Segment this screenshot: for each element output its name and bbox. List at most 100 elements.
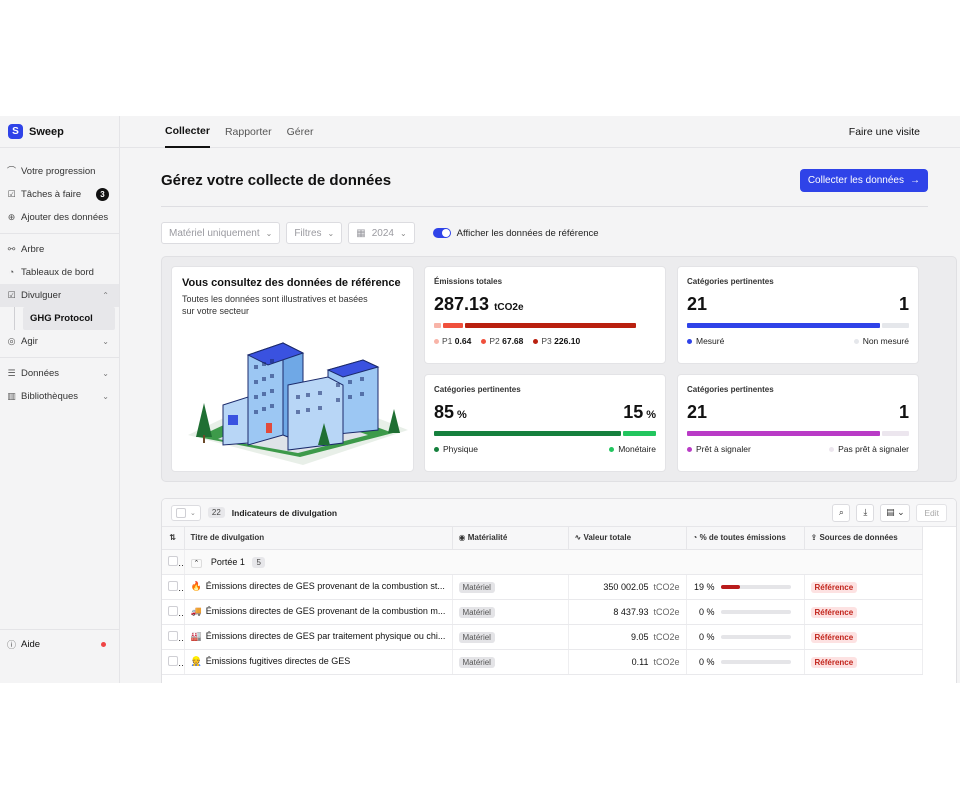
ready-legend-label: Prêt à signaler — [696, 444, 751, 454]
row-checkbox[interactable] — [168, 630, 178, 641]
row-title-cell[interactable]: 🏭 Émissions directes de GES par traitemen… — [184, 624, 453, 650]
table-actions: ⌕ ⤓ ▤ ⌄ Edit — [832, 503, 947, 522]
reference-data-toggle-wrap: Afficher les données de référence — [432, 228, 599, 239]
row-checkbox[interactable] — [168, 580, 178, 591]
sidebar-item-data[interactable]: ☰ Données ⌄ — [0, 362, 119, 385]
route-icon: ⌒ — [7, 166, 17, 176]
sidebar-item-label: Divulguer — [21, 290, 62, 301]
row-materiality-cell: Matériel — [452, 649, 569, 675]
row-checkbox[interactable] — [168, 655, 178, 666]
col-data-sources[interactable]: ⇪ Sources de données — [804, 527, 923, 550]
sidebar-item-libraries[interactable]: ▥ Bibliothèques ⌄ — [0, 385, 119, 408]
sidebar-item-tasks[interactable]: ☑ Tâches à faire 3 — [0, 183, 119, 206]
bulk-select[interactable]: ⌄ — [171, 504, 201, 521]
materiality-select[interactable]: Matériel uniquement ⌄ — [161, 222, 281, 244]
download-icon[interactable]: ⤓ — [856, 503, 875, 522]
physical-percent: 85 — [434, 402, 455, 422]
app-window: S Sweep ⌒ Votre progression ☑ Tâches à f… — [0, 116, 960, 683]
table-row[interactable]: 👷 Émissions fugitives directes de GES Maté… — [162, 649, 923, 675]
table-row[interactable]: 🔥 Émissions directes de GES provenant de … — [162, 574, 923, 600]
legend-p1: P1 0.64 — [434, 336, 471, 346]
row-pct-bar — [720, 585, 791, 590]
collect-data-button[interactable]: Collecter les données → — [799, 168, 928, 192]
chevron-up-icon[interactable]: ⌃ — [190, 558, 203, 568]
row-value: 0.11 — [631, 656, 649, 667]
reference-badge: Référence — [810, 631, 858, 643]
take-tour-link[interactable]: Faire une visite — [849, 126, 920, 138]
group-count: 5 — [252, 556, 265, 568]
physical-legend: Physique Monétaire — [434, 444, 656, 454]
category-icon: 🚚 — [190, 606, 202, 616]
reference-badge: Référence — [810, 656, 858, 668]
sidebar-item-add-data[interactable]: ⊕ Ajouter des données — [0, 206, 119, 229]
group-row-scope-1[interactable]: ⌃ Portée 1 5 — [162, 549, 923, 575]
col-materiality[interactable]: ◉ Matérialité — [452, 527, 569, 550]
table-row[interactable]: 🚚 Émissions directes de GES provenant de … — [162, 599, 923, 625]
measured-count: 21 — [687, 294, 708, 314]
summary-cards: Vous consultez des données de référence … — [161, 256, 957, 482]
col-title[interactable]: Titre de divulgation — [184, 527, 453, 550]
year-select[interactable]: ▦ 2024 ⌄ — [348, 222, 415, 244]
sidebar-item-progression[interactable]: ⌒ Votre progression — [0, 160, 119, 183]
sweep-logo-icon: S — [8, 124, 23, 139]
chevron-down-icon: ⌄ — [399, 228, 407, 238]
row-title-cell[interactable]: 👷 Émissions fugitives directes de GES — [184, 649, 453, 675]
sidebar-item-label: GHG Protocol — [30, 313, 93, 324]
tab-report[interactable]: Rapporter — [225, 116, 272, 148]
total-emissions-value-row: 287.13 tCO2e — [434, 294, 656, 315]
row-title-cell[interactable]: 🔥 Émissions directes de GES provenant de … — [184, 574, 453, 600]
row-value: 8 437.93 — [613, 606, 649, 617]
disclose-icon: ☑ — [7, 290, 16, 300]
edit-button[interactable]: Edit — [916, 503, 947, 522]
columns-view-icon[interactable]: ▤ ⌄ — [880, 503, 911, 522]
sidebar-item-dashboards[interactable]: ◔ Tableaux de bord — [0, 261, 119, 284]
tab-manage[interactable]: Gérer — [287, 116, 314, 148]
ready-progress-bar — [687, 431, 909, 436]
database-icon: ☰ — [7, 368, 16, 378]
total-emissions-unit: tCO2e — [494, 302, 524, 313]
sidebar-item-ghg-protocol[interactable]: GHG Protocol — [23, 307, 115, 330]
top-tabs: Collecter Rapporter Gérer — [165, 116, 313, 148]
col-pct-emissions[interactable]: ◔ % de toutes émissions — [686, 527, 805, 550]
row-checkbox[interactable] — [168, 555, 178, 566]
row-checkbox[interactable] — [168, 605, 178, 616]
row-title-cell[interactable]: 🚚 Émissions directes de GES provenant de … — [184, 599, 453, 625]
search-icon[interactable]: ⌕ — [832, 503, 851, 522]
category-icon: 👷 — [190, 656, 202, 666]
select-all-checkbox[interactable] — [176, 507, 186, 518]
brand[interactable]: S Sweep — [0, 116, 119, 148]
materiality-value: Matériel uniquement — [169, 227, 260, 239]
physical-values-row: 85% 15% — [434, 402, 656, 422]
measured-categories-card: Catégories pertinentes 21 1 Mesuré Non m… — [677, 266, 919, 364]
help-button[interactable]: ⓘ Aide — [0, 629, 120, 659]
not-ready-legend-label: Pas prêt à signaler — [838, 444, 909, 454]
sidebar-item-label: Ajouter des données — [21, 212, 109, 223]
reference-data-toggle[interactable] — [432, 228, 451, 238]
row-unit: tCO2e — [653, 656, 680, 667]
row-unit: tCO2e — [653, 581, 680, 592]
row-value: 350 002.05 — [603, 581, 649, 592]
tab-collect[interactable]: Collecter — [165, 116, 210, 148]
monetary-percent: 15 — [623, 402, 644, 422]
reference-badge: Référence — [810, 581, 858, 593]
sidebar-item-tree[interactable]: ⚯ Arbre — [0, 238, 119, 261]
table-row[interactable]: 🏭 Émissions directes de GES par traitemen… — [162, 624, 923, 650]
row-title: Émissions directes de GES par traitement… — [205, 631, 446, 641]
sidebar-item-act[interactable]: ◎ Agir ⌄ — [0, 330, 119, 353]
nav-group-analyze: ⚯ Arbre ◔ Tableaux de bord ☑ Divulguer ⌃… — [0, 234, 119, 358]
table-header-row: ⇅ Titre de divulgation ◉ Matérialité ∿ V… — [162, 527, 923, 550]
measured-legend: Mesuré Non mesuré — [687, 336, 909, 346]
col-total-value[interactable]: ∿ Valeur totale — [568, 527, 687, 550]
tasks-count-badge: 3 — [96, 188, 109, 201]
indicator-count-badge: 22 — [207, 507, 225, 518]
calendar-icon: ▦ — [356, 227, 366, 239]
main-content: Collecter Rapporter Gérer Faire une visi… — [120, 116, 960, 683]
filters-select[interactable]: Filtres ⌄ — [286, 222, 343, 244]
sidebar-item-label: Bibliothèques — [21, 391, 79, 402]
row-pct: 0 % — [698, 656, 715, 667]
disclosure-table: ⇅ Titre de divulgation ◉ Matérialité ∿ V… — [162, 527, 923, 675]
checkbox-icon: ☑ — [7, 189, 16, 199]
sidebar-item-disclose[interactable]: ☑ Divulguer ⌃ — [0, 284, 119, 307]
sort-handle[interactable]: ⇅ — [162, 527, 185, 550]
row-pct-cell: 0 % — [686, 624, 805, 650]
